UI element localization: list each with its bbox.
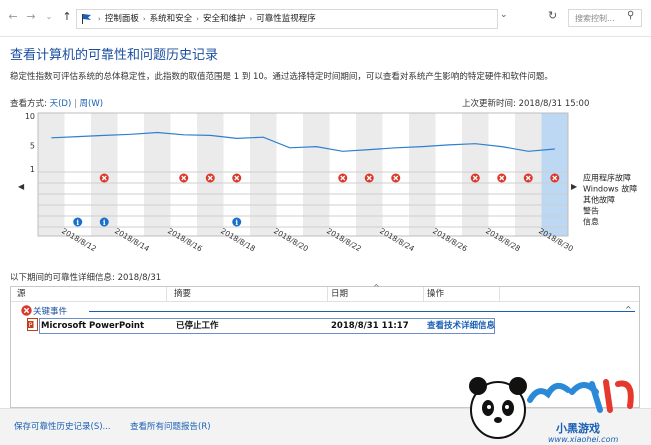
xiaohei-watermark-logo: 小黑游戏 www.xiaohei.com — [469, 377, 634, 444]
address-bar[interactable]: › 控制面板 › 系统和安全 › 安全和维护 › 可靠性监视程序 — [76, 9, 498, 29]
y-tick-label: 10 — [25, 112, 35, 121]
critical-error-icon — [21, 305, 32, 316]
event-date: 2018/8/31 11:17 — [331, 321, 409, 331]
svg-text:i: i — [76, 218, 79, 227]
view-by-label: 查看方式: — [10, 99, 47, 109]
up-icon[interactable]: ↑ — [60, 10, 74, 24]
event-source: Microsoft PowerPoint — [41, 321, 145, 331]
refresh-icon[interactable]: ↻ — [548, 9, 557, 22]
event-summary: 已停止工作 — [176, 321, 219, 331]
control-panel-flag-icon — [82, 13, 91, 24]
day-column[interactable] — [144, 113, 171, 236]
day-column[interactable] — [435, 113, 463, 236]
breadcrumb-system-security[interactable]: 系统和安全 — [147, 10, 196, 28]
view-separator: | — [73, 99, 77, 109]
column-summary[interactable]: 摘要 — [174, 287, 191, 301]
y-tick-label: 5 — [30, 141, 35, 150]
day-column[interactable] — [409, 113, 436, 236]
header-divider — [11, 301, 639, 302]
app-failure-error-icon[interactable] — [179, 173, 189, 183]
scroll-right-icon[interactable]: ▶ — [571, 182, 578, 191]
day-column[interactable] — [38, 113, 65, 236]
forward-icon[interactable]: → — [24, 10, 38, 24]
app-failure-error-icon[interactable] — [99, 173, 109, 183]
search-icon: ⚲ — [627, 10, 635, 21]
svg-text:i: i — [103, 218, 106, 227]
day-column[interactable] — [117, 113, 145, 236]
app-failure-error-icon[interactable] — [550, 173, 560, 183]
row-label: Windows 故障 — [583, 184, 637, 194]
row-label: 应用程序故障 — [583, 173, 631, 183]
view-day-link[interactable]: 天(D) — [50, 99, 72, 109]
row-label: 其他故障 — [583, 195, 615, 205]
collapse-group-icon[interactable]: ^ — [625, 305, 632, 314]
app-failure-error-icon[interactable] — [232, 173, 242, 183]
app-failure-error-icon[interactable] — [523, 173, 533, 183]
view-all-reports-link[interactable]: 查看所有问题报告(R) — [130, 420, 211, 432]
column-divider — [327, 287, 328, 301]
reliability-chart[interactable]: 1051i i i应用程序故障Windows 故障其他故障警告信息◀ ▶2018/8/… — [10, 111, 644, 269]
save-history-link[interactable]: 保存可靠性历史记录(S)... — [14, 420, 111, 432]
column-divider — [166, 287, 167, 301]
app-failure-error-icon[interactable] — [470, 173, 480, 183]
page-title: 查看计算机的可靠性和问题历史记录 — [10, 48, 219, 63]
row-label: 警告 — [583, 206, 599, 216]
view-week-link[interactable]: 周(W) — [80, 99, 104, 109]
day-column[interactable] — [276, 113, 304, 236]
app-failure-error-icon[interactable] — [364, 173, 374, 183]
app-failure-error-icon[interactable] — [205, 173, 215, 183]
column-divider — [423, 287, 424, 301]
view-technical-details-link[interactable]: 查看技术详细信息 — [427, 319, 495, 333]
column-action[interactable]: 操作 — [427, 287, 444, 301]
breadcrumb-security-maintenance[interactable]: 安全和维护 — [200, 10, 249, 28]
sort-ascending-icon: ^ — [373, 283, 380, 292]
back-icon[interactable]: ← — [6, 10, 20, 24]
day-column[interactable] — [250, 113, 277, 236]
details-title: 以下期间的可靠性详细信息: 2018/8/31 — [10, 273, 162, 283]
column-source[interactable]: 源 — [17, 287, 26, 301]
column-date[interactable]: 日期 — [331, 287, 348, 301]
app-failure-error-icon[interactable] — [338, 173, 348, 183]
breadcrumb-control-panel[interactable]: 控制面板 — [102, 10, 142, 28]
app-failure-error-icon[interactable] — [497, 173, 507, 183]
group-divider — [89, 311, 635, 312]
app-failure-error-icon[interactable] — [391, 173, 401, 183]
last-updated: 上次更新时间: 2018/8/31 15:00 — [462, 99, 590, 109]
group-critical-events[interactable]: 关键事件 — [33, 305, 67, 317]
scroll-left-icon[interactable]: ◀ — [18, 182, 25, 191]
breadcrumb-reliability-monitor[interactable]: 可靠性监视程序 — [253, 10, 319, 28]
view-by: 查看方式: 天(D) | 周(W) — [10, 97, 103, 109]
watermark-text: 小黑游戏 — [555, 421, 600, 435]
svg-text:i: i — [235, 218, 238, 227]
y-tick-label: 1 — [30, 165, 35, 174]
watermark-url: www.xiaohei.com — [548, 435, 618, 444]
address-dropdown-icon[interactable]: ⌄ — [500, 10, 508, 20]
day-column[interactable] — [303, 113, 330, 236]
column-divider — [499, 287, 500, 301]
row-label: 信息 — [583, 217, 599, 227]
svg-text:P: P — [29, 322, 33, 329]
page-description: 稳定性指数可评估系统的总体稳定性，此指数的取值范围是 1 到 10。通过选择特定… — [10, 72, 553, 82]
powerpoint-icon: P — [27, 318, 38, 331]
recent-dropdown-icon[interactable]: ⌄ — [42, 10, 56, 24]
